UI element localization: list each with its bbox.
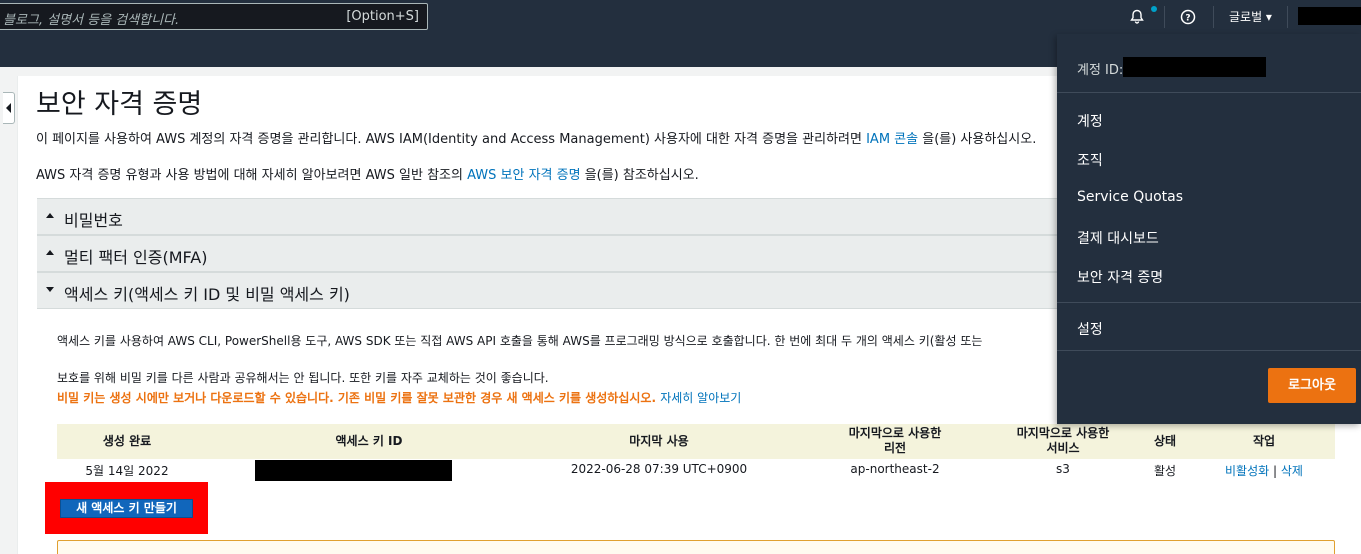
- caret-up-icon: [46, 213, 54, 218]
- region-cell: ap-northeast-2: [850, 462, 940, 476]
- caret-up-icon: [46, 250, 54, 255]
- menu-item-service-quotas[interactable]: Service Quotas: [1077, 189, 1183, 205]
- nav-divider: [1213, 6, 1214, 28]
- notification-dot: [1151, 6, 1157, 12]
- actions-cell: 비활성화 | 삭제: [1209, 462, 1319, 479]
- menu-item-account[interactable]: 계정: [1077, 111, 1103, 131]
- nav-divider: [1287, 6, 1288, 28]
- bell-icon[interactable]: [1126, 6, 1148, 28]
- column-header: 마지막으로 사용한 서비스: [1016, 426, 1110, 455]
- iam-console-link[interactable]: IAM 콘솔: [866, 132, 918, 147]
- access-key-id-redacted: [255, 460, 452, 481]
- svg-text:?: ?: [1185, 14, 1190, 24]
- account-menu-button[interactable]: [1298, 7, 1361, 25]
- intro-paragraph: 이 페이지를 사용하여 AWS 계정의 자격 증명을 관리합니다. AWS IA…: [36, 128, 1036, 147]
- intro-tail: 을(를) 사용하십시오.: [922, 132, 1037, 147]
- service-cell: s3: [1056, 462, 1070, 476]
- action-separator: |: [1273, 464, 1278, 478]
- info-paragraph: AWS 자격 증명 유형과 사용 방법에 대해 자세히 알아보려면 AWS 일반…: [36, 164, 699, 183]
- create-access-key-button[interactable]: 새 액세스 키 만들기: [60, 499, 193, 518]
- info-tail: 을(를) 참조하십시오.: [584, 168, 699, 183]
- accordion-label: 비밀번호: [64, 211, 123, 230]
- last-used-cell: 2022-06-28 07:39 UTC+0900: [570, 462, 748, 476]
- info-text: AWS 자격 증명 유형과 사용 방법에 대해 자세히 알아보려면 AWS 일반…: [36, 168, 463, 183]
- learn-more-link[interactable]: 자세히 알아보기: [660, 391, 741, 405]
- column-header: 상태: [1153, 434, 1177, 448]
- accordion-label: 멀티 팩터 인증(MFA): [64, 248, 208, 267]
- warning-note: 비밀 키는 생성 시에만 보거나 다운로드할 수 있습니다. 기존 비밀 키를 …: [57, 389, 741, 406]
- page-title: 보안 자격 증명: [36, 89, 203, 120]
- search-shortcut: [Option+S]: [346, 9, 419, 24]
- column-header: 생성 완료: [102, 434, 152, 448]
- access-keys-description: 액세스 키를 사용하여 AWS CLI, PowerShell용 도구, AWS…: [57, 334, 983, 348]
- menu-item-organization[interactable]: 조직: [1077, 150, 1103, 170]
- help-icon[interactable]: ?: [1177, 6, 1199, 28]
- sidebar-toggle[interactable]: [3, 92, 15, 124]
- divider: [1057, 92, 1361, 93]
- nav-divider: [1164, 6, 1165, 28]
- region-selector[interactable]: 글로벌 ▾: [1229, 8, 1272, 25]
- accordion-label: 액세스 키(액세스 키 ID 및 비밀 액세스 키): [64, 285, 350, 304]
- caret-down-icon: [46, 287, 54, 292]
- chevron-left-icon: [6, 103, 11, 113]
- table-header: 생성 완료 액세스 키 ID 마지막 사용 마지막으로 사용한 리전 마지막으로…: [57, 424, 1335, 459]
- menu-item-settings[interactable]: 설정: [1077, 319, 1103, 339]
- search-placeholder: 블로그, 설명서 등을 검색합니다.: [3, 13, 180, 28]
- account-dropdown: 계정 ID: 계정 조직 Service Quotas 결제 대시보드 보안 자…: [1057, 34, 1361, 424]
- column-header: 마지막으로 사용한 리전: [848, 426, 942, 455]
- delete-link[interactable]: 삭제: [1281, 464, 1303, 478]
- divider: [1057, 350, 1361, 351]
- account-id-redacted: [1123, 57, 1266, 77]
- column-header: 액세스 키 ID: [335, 434, 403, 448]
- column-header: 마지막 사용: [629, 434, 689, 448]
- status-cell: 활성: [1153, 464, 1177, 478]
- notice-box: [57, 540, 1335, 554]
- aws-security-credentials-link[interactable]: AWS 보안 자격 증명: [467, 168, 580, 183]
- warning-text: 비밀 키는 생성 시에만 보거나 다운로드할 수 있습니다. 기존 비밀 키를 …: [57, 391, 657, 405]
- created-cell: 5월 14일 2022: [85, 464, 169, 478]
- divider: [1057, 302, 1361, 303]
- protect-note: 보호를 위해 비밀 키를 다른 사람과 공유해서는 안 됩니다. 또한 키를 자…: [57, 371, 549, 385]
- search-input[interactable]: 블로그, 설명서 등을 검색합니다. [Option+S]: [0, 3, 428, 30]
- menu-item-billing-dashboard[interactable]: 결제 대시보드: [1077, 228, 1159, 248]
- column-header: 작업: [1252, 434, 1276, 448]
- deactivate-link[interactable]: 비활성화: [1225, 464, 1269, 478]
- account-id-label: 계정 ID:: [1077, 63, 1124, 78]
- logout-button[interactable]: 로그아웃: [1268, 368, 1356, 403]
- intro-text: 이 페이지를 사용하여 AWS 계정의 자격 증명을 관리합니다. AWS IA…: [36, 132, 862, 147]
- menu-item-security-credentials[interactable]: 보안 자격 증명: [1077, 267, 1163, 287]
